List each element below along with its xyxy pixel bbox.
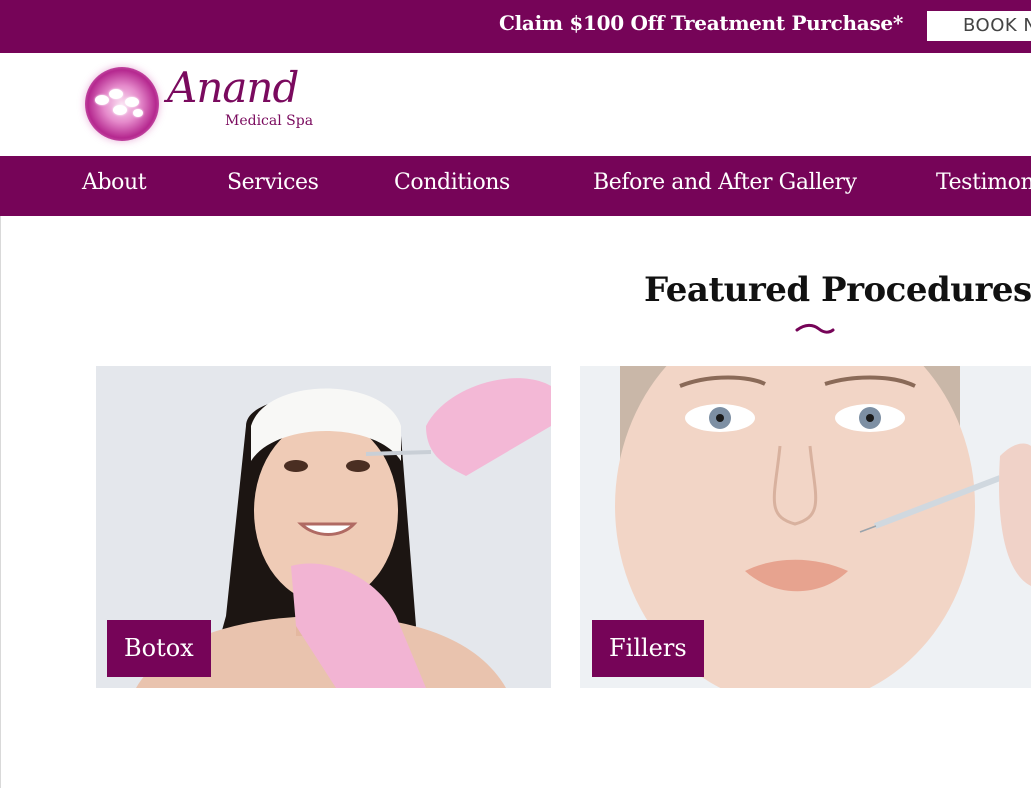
nav-item-before-after-gallery[interactable]: Before and After Gallery xyxy=(593,170,857,195)
nav-item-services[interactable]: Services xyxy=(227,170,319,195)
site-header: Anand Medical Spa xyxy=(0,53,1031,156)
nav-item-testimonials[interactable]: Testimonials xyxy=(936,170,1031,195)
procedure-card-fillers[interactable]: Fillers xyxy=(580,366,1031,688)
card-label-botox: Botox xyxy=(107,620,211,677)
nav-item-conditions[interactable]: Conditions xyxy=(394,170,510,195)
orchid-logo-icon xyxy=(85,67,159,141)
flourish-icon xyxy=(795,323,835,334)
card-label-fillers: Fillers xyxy=(592,620,704,677)
page-border xyxy=(0,216,1,788)
logo-name: Anand xyxy=(167,63,299,112)
promo-text: Claim $100 Off Treatment Purchase* xyxy=(499,11,903,35)
logo[interactable]: Anand Medical Spa xyxy=(85,63,355,145)
logo-subtitle: Medical Spa xyxy=(225,113,314,129)
promo-bar: Claim $100 Off Treatment Purchase* BOOK … xyxy=(0,0,1031,53)
section-title: Featured Procedures xyxy=(644,270,1031,310)
main-nav: About Services Conditions Before and Aft… xyxy=(0,156,1031,216)
procedure-card-botox[interactable]: Botox xyxy=(96,366,551,688)
book-now-button[interactable]: BOOK NOW xyxy=(927,11,1031,41)
nav-item-about[interactable]: About xyxy=(82,170,147,195)
